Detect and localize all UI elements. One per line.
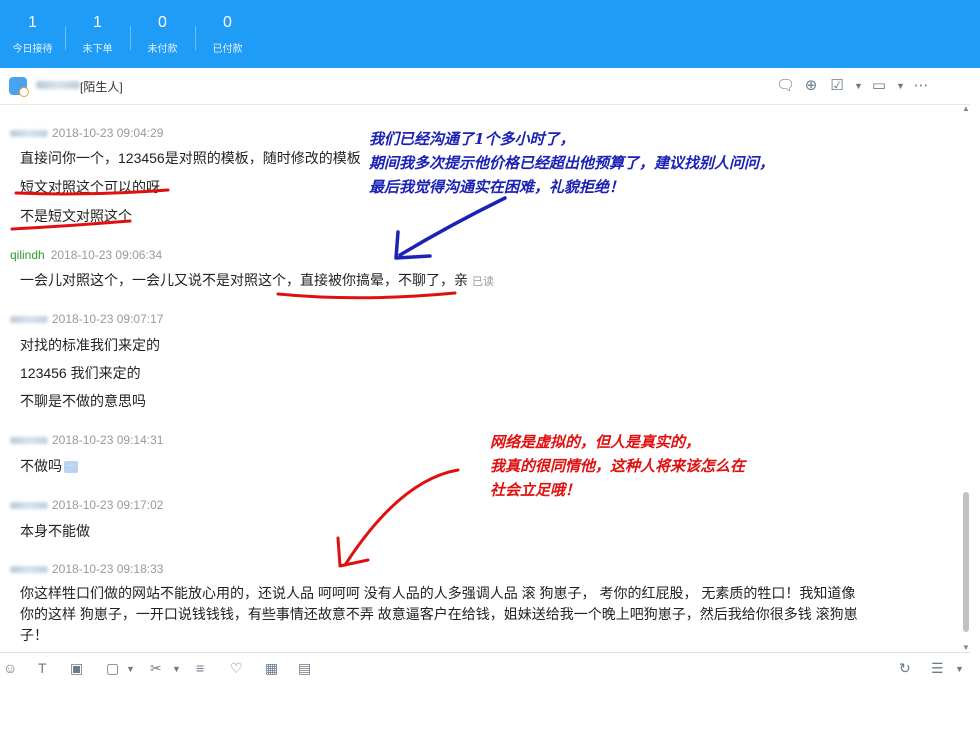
emoji-icon[interactable]: ☺ [3,660,17,676]
annotation-line: 网络是虚拟的，但人是真实的， [490,433,701,451]
text-format-icon[interactable]: T [38,660,47,676]
message-meta: 2018-10-23 09:04:29 [10,126,163,140]
chevron-down-icon[interactable]: ▼ [896,77,905,95]
contact-avatar[interactable] [9,77,29,97]
message-meta: 2018-10-23 09:18:33 [10,562,163,576]
stat-value: 1 [28,14,37,31]
message-text: 不是短文对照这个 [20,208,132,224]
sender-name-blurred [10,437,48,445]
message-text-content: 一会儿对照这个，一会儿又说不是对照这个，直接被你搞晕，不聊了，亲 [20,272,468,288]
contact-name-blurred [36,81,80,89]
chat-bubble-icon[interactable]: 🗨 [776,77,795,95]
message-time: 2018-10-23 09:06:34 [50,248,163,262]
message-text: 不做吗 ⋯ [20,456,78,476]
scroll-up-icon[interactable]: ▲ [962,104,970,113]
message-text: 直接问你一个，123456是对照的模板，随时修改的模板 [20,150,361,166]
message-meta: qilindh 2018-10-23 09:06:34 [10,248,162,262]
scroll-thumb[interactable] [963,492,969,632]
annotation-line: 社会立足哦！ [490,481,581,499]
annotation-line: 我们已经沟通了1个多小时了， [369,130,575,148]
vibrate-icon[interactable]: ≡ [196,660,204,676]
message-time: 2018-10-23 09:04:29 [52,126,164,140]
message-text-content: 不做吗 [20,458,62,474]
contact-tag: [陌生人] [80,80,123,94]
message-text: 你这样牲口们做的网站不能放心用的，还说人品 呵呵呵 没有人品的人多强调人品 滚 … [20,585,858,643]
stats-bar: 1 今日接待 1 未下单 0 未付款 0 已付款 [0,0,980,68]
stat-today-received[interactable]: 1 今日接待 [0,0,65,68]
heart-icon[interactable]: ♡ [230,660,243,677]
message-time: 2018-10-23 09:18:33 [52,562,164,576]
stat-label: 已付款 [212,44,243,55]
message-text: 不聊是不做的意思吗 [20,393,146,409]
message-text: 短文对照这个可以的呀 [20,179,160,195]
stat-value: 0 [223,14,232,31]
message-text: 一会儿对照这个，一会儿又说不是对照这个，直接被你搞晕，不聊了，亲 已读 [20,270,494,290]
message-meta: 2018-10-23 09:17:02 [10,498,163,512]
message-meta: 2018-10-23 09:07:17 [10,312,163,326]
stat-label: 未下单 [82,44,113,55]
annotation-line: 我真的很同情他，这种人将来该怎么在 [490,457,746,475]
input-toolbar: ☺ T ▣ ▢ ▼ ✂ ▼ ≡ ♡ ▦ ▤ ↻ ☰ ▼ [0,652,970,683]
annotation-red: 网络是虚拟的，但人是真实的， 我真的很同情他，这种人将来该怎么在 社会立足哦！ [490,430,745,502]
video-icon[interactable]: ▭ [870,77,888,95]
chat-header: [陌生人] 🗨 ⊕ ☑ ▼ ▭ ▼ ⋯ [0,68,970,105]
settings-icon[interactable]: ☰ [931,660,944,677]
checklist-icon[interactable]: ☑ [828,77,846,95]
stat-paid[interactable]: 0 已付款 [195,0,260,68]
scroll-down-icon[interactable]: ▼ [962,643,970,652]
image-icon[interactable]: ▣ [70,660,83,677]
sender-name-blurred [10,566,48,574]
chevron-down-icon[interactable]: ▼ [955,664,964,674]
message-meta: 2018-10-23 09:14:31 [10,433,163,447]
add-contact-icon[interactable]: ⊕ [802,77,820,95]
emoji-icon: ⋯ [64,461,78,474]
annotation-line: 最后我觉得沟通实在困难，礼貌拒绝！ [369,178,625,196]
more-icon[interactable]: ⋯ [912,77,930,95]
annotation-blue: 我们已经沟通了1个多小时了， 期间我多次提示他价格已经超出他预算了，建议找别人问… [369,127,774,199]
message-time: 2018-10-23 09:07:17 [52,312,164,326]
sender-name: qilindh [10,248,45,262]
folder-icon[interactable]: ▢ [106,660,119,677]
header-actions: 🗨 ⊕ ☑ ▼ ▭ ▼ ⋯ [776,77,930,95]
message-text: 本身不能做 [20,523,90,539]
annotation-line: 期间我多次提示他价格已经超出他预算了，建议找别人问问， [369,154,775,172]
stat-unpaid[interactable]: 0 未付款 [130,0,195,68]
chat-scrollbar[interactable]: ▲ ▼ [962,104,970,652]
message-text: 123456 我们来定的 [20,365,141,381]
stat-value: 1 [93,14,102,31]
read-status: 已读 [472,276,494,288]
stat-not-ordered[interactable]: 1 未下单 [65,0,130,68]
order-icon[interactable]: ▤ [298,660,311,677]
sender-name-blurred [10,502,48,510]
message-time: 2018-10-23 09:14:31 [52,433,164,447]
message-time: 2018-10-23 09:17:02 [52,498,164,512]
scissors-icon[interactable]: ✂ [150,660,162,677]
calculator-icon[interactable]: ▦ [265,660,278,677]
sender-name-blurred [10,130,48,138]
chevron-down-icon[interactable]: ▼ [126,664,135,674]
sender-name-blurred [10,316,48,324]
message-text: 对找的标准我们来定的 [20,337,160,353]
stat-label: 今日接待 [12,44,53,55]
stat-value: 0 [158,14,167,31]
chevron-down-icon[interactable]: ▼ [172,664,181,674]
message-input[interactable] [0,683,980,746]
history-icon[interactable]: ↻ [899,660,911,677]
chevron-down-icon[interactable]: ▼ [854,77,863,95]
stat-label: 未付款 [147,44,178,55]
